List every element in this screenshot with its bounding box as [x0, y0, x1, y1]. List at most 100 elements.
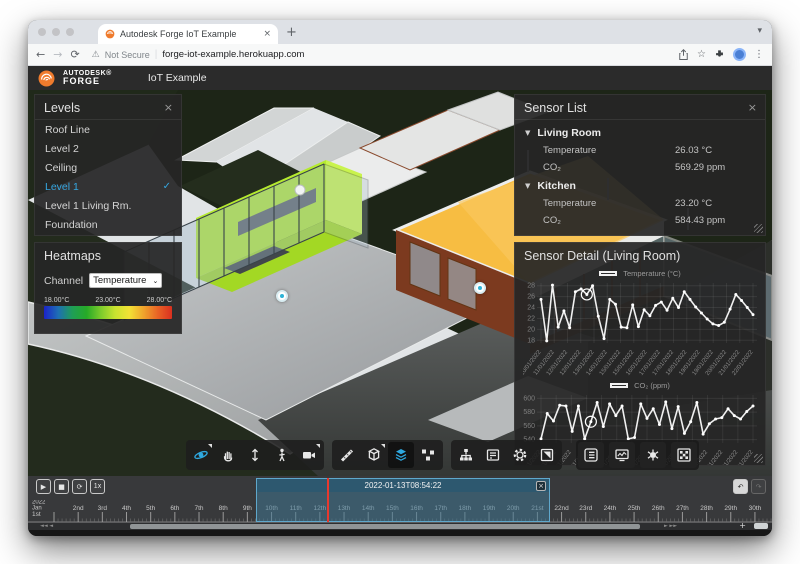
share-icon[interactable]	[678, 48, 689, 61]
address-bar[interactable]: ⚠ Not Secure | forge-iot-example.herokua…	[88, 49, 670, 60]
zoom-button[interactable]	[242, 442, 268, 468]
level-item-roof-line[interactable]: Roof Line	[35, 120, 181, 139]
kitchen-sensor-sprite[interactable]	[276, 290, 288, 302]
level-item-level-1[interactable]: Level 1 ✓	[35, 177, 181, 196]
sensor-detail-tool-button[interactable]	[609, 442, 635, 468]
loop-button[interactable]: ⟳	[72, 479, 87, 494]
svg-text:2nd: 2nd	[73, 505, 84, 512]
sensor-list-tool-button[interactable]	[578, 442, 604, 468]
flyout-arrow-icon	[316, 444, 320, 448]
minimize-window-button[interactable]	[52, 28, 60, 36]
timeline-scrollbar[interactable]: ◄◄ ◄ ► ►► +	[28, 522, 772, 530]
scroll-left-arrows[interactable]: ◄◄ ◄	[40, 523, 53, 530]
browser-tab[interactable]: Autodesk Forge IoT Example ×	[98, 24, 278, 44]
section-button[interactable]	[361, 442, 387, 468]
chevron-down-icon: ⌄	[152, 276, 159, 285]
sensor-group-living-room[interactable]: ▼ Living Room	[515, 123, 765, 142]
address-divider: |	[154, 49, 158, 60]
svg-text:560: 560	[523, 423, 535, 430]
new-tab-button[interactable]: +	[286, 26, 297, 39]
orbit-button[interactable]	[188, 442, 214, 468]
zoom-in-button[interactable]: +	[739, 522, 746, 530]
heatmap-gradient-bar	[44, 306, 172, 319]
zoom-window-button[interactable]	[66, 28, 74, 36]
sensor-row[interactable]: Temperature 23.20 °C	[515, 195, 765, 212]
timeline-selection-header[interactable]: 2022-01-13T08:54:22	[257, 479, 549, 492]
selection-close-icon[interactable]: ×	[536, 481, 546, 491]
undo-button[interactable]: ↶	[733, 479, 748, 494]
sensor-row[interactable]: CO₂ 569.29 ppm	[515, 159, 765, 176]
flyout-arrow-icon	[381, 444, 385, 448]
forge-viewer-canvas[interactable]: Levels × Roof Line Level 2 Ceiling Level 1 ✓…	[28, 90, 772, 476]
sensor-list-panel-title[interactable]: Sensor List ×	[515, 95, 765, 119]
forge-logo	[38, 70, 55, 86]
pan-button[interactable]	[215, 442, 241, 468]
url-text[interactable]: forge-iot-example.herokuapp.com	[162, 49, 304, 60]
svg-text:25th: 25th	[628, 505, 641, 512]
fullscreen-button[interactable]	[534, 442, 560, 468]
not-secure-warning-icon[interactable]: ⚠	[92, 50, 100, 60]
timeline-selection-range[interactable]: 2022-01-13T08:54:22 ×	[256, 478, 550, 522]
timeline-panel[interactable]: ▶ ■ ⟳ 1x ↶ ↷ 2022 Jan 1st 2nd 3rd 4th 5th 6th 7t…	[28, 476, 772, 530]
timeline-playhead[interactable]	[327, 478, 329, 522]
level-item-foundation[interactable]: Foundation	[35, 215, 181, 234]
play-button[interactable]: ▶	[36, 479, 51, 494]
current-time-label: 2022-01-13T08:54:22	[364, 481, 442, 490]
heatmap-tool-button[interactable]	[671, 442, 697, 468]
camera-button[interactable]	[296, 442, 322, 468]
profile-avatar[interactable]	[733, 48, 746, 61]
back-icon[interactable]: ←	[36, 48, 45, 61]
app-header: AUTODESK® FORGE IoT Example	[28, 66, 772, 90]
first-person-button[interactable]	[269, 442, 295, 468]
sensor-row[interactable]: Temperature 26.03 °C	[515, 142, 765, 159]
scroll-right-arrows[interactable]: ► ►►	[664, 523, 677, 530]
sensor-group-kitchen[interactable]: ▼ Kitchen	[515, 176, 765, 195]
sensor-sprites-tool-button[interactable]	[640, 442, 666, 468]
measure-button[interactable]	[334, 442, 360, 468]
temperature-chart-legend: Temperature (°C)	[515, 267, 765, 279]
tab-close-icon[interactable]: ×	[263, 29, 271, 39]
stop-button[interactable]: ■	[54, 479, 69, 494]
bookmark-star-icon[interactable]: ☆	[697, 49, 706, 60]
svg-text:29th: 29th	[724, 505, 737, 512]
resize-handle[interactable]	[754, 224, 763, 233]
sensor-label: CO₂	[543, 162, 561, 173]
tab-search-chevron-icon[interactable]: ▾	[757, 26, 762, 36]
properties-button[interactable]	[480, 442, 506, 468]
forward-icon[interactable]: →	[53, 48, 62, 61]
level-item-level-1-living-rm-[interactable]: Level 1 Living Rm.	[35, 196, 181, 215]
heatmaps-panel-title[interactable]: Heatmaps	[35, 243, 181, 267]
sensor-value: 23.20 °C	[675, 198, 713, 209]
reload-icon[interactable]: ⟳	[70, 48, 79, 61]
level-item-level-2[interactable]: Level 2	[35, 139, 181, 158]
livingroom-sensor-sprite[interactable]	[474, 282, 486, 294]
browser-menu-icon[interactable]: ⋮	[754, 49, 764, 60]
resize-handle[interactable]	[754, 454, 763, 463]
level-item-ceiling[interactable]: Ceiling	[35, 158, 181, 177]
temperature-line-chart[interactable]: 18202224262810/01/202211/01/202212/01/20…	[523, 279, 759, 379]
speed-button[interactable]: 1x	[90, 479, 105, 494]
settings-button[interactable]	[507, 442, 533, 468]
model-browser-icon	[460, 449, 472, 461]
extensions-icon[interactable]	[714, 49, 725, 60]
scrollbar-handle[interactable]	[130, 524, 640, 529]
svg-text:600: 600	[523, 395, 535, 402]
level-label: Level 1	[45, 180, 79, 193]
security-label[interactable]: Not Secure	[105, 50, 150, 60]
close-icon[interactable]: ×	[748, 101, 757, 114]
toolbar-group-model-tools	[332, 440, 443, 470]
scrollbar-corner[interactable]	[754, 523, 768, 529]
model-browser-button[interactable]	[453, 442, 479, 468]
level-label: Ceiling	[45, 161, 78, 174]
svg-text:28th: 28th	[700, 505, 713, 512]
explode-button[interactable]	[415, 442, 441, 468]
levels-panel-title[interactable]: Levels ×	[35, 95, 181, 119]
close-icon[interactable]: ×	[164, 101, 173, 114]
channel-select[interactable]: Temperature ⌄	[89, 273, 163, 288]
sensor-row[interactable]: CO₂ 584.43 ppm	[515, 212, 765, 229]
sensor-detail-panel-title[interactable]: Sensor Detail (Living Room)	[515, 243, 765, 267]
svg-text:7th: 7th	[194, 505, 203, 512]
redo-button[interactable]: ↷	[751, 479, 766, 494]
close-window-button[interactable]	[38, 28, 46, 36]
levels-button[interactable]	[388, 442, 414, 468]
